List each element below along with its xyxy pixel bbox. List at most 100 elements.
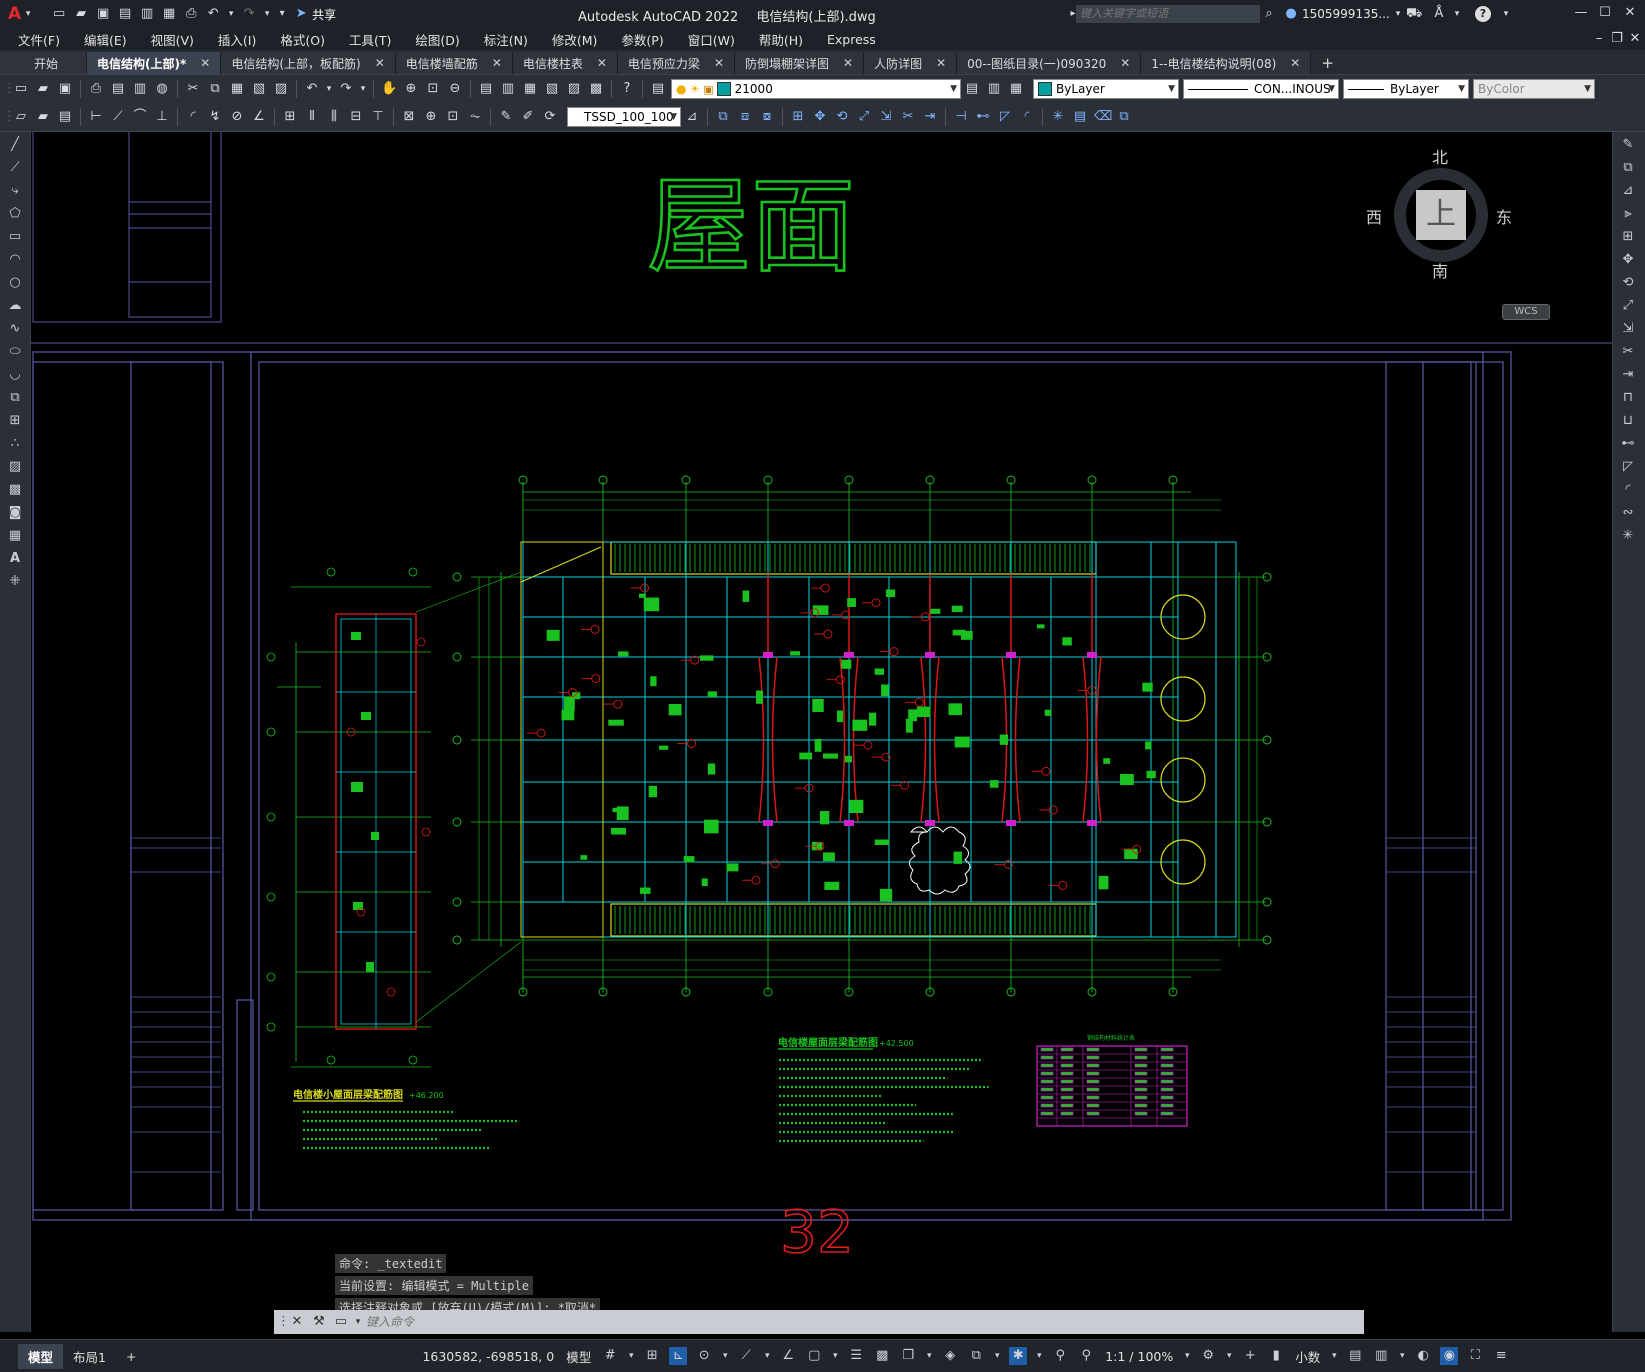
explode-icon[interactable]: ✳ — [1617, 526, 1639, 546]
chevron-down-icon[interactable]: ▾ — [925, 1347, 933, 1365]
modify-properties-icon[interactable]: ▤ — [1072, 109, 1088, 125]
center-mark-icon[interactable]: ⊕ — [423, 109, 439, 125]
chevron-down-icon[interactable]: ▾ — [227, 6, 235, 22]
table-icon[interactable]: ▦ — [4, 526, 26, 546]
menu-insert[interactable]: 插入(I) — [206, 30, 268, 49]
chevron-down-icon[interactable]: ▾ — [993, 1347, 1001, 1365]
close-icon[interactable]: ✕ — [936, 56, 946, 70]
lightbulb-icon[interactable]: ● — [676, 82, 686, 96]
open-icon[interactable]: ▰ — [35, 81, 51, 97]
recent-commands-icon[interactable]: ▭ — [333, 1314, 349, 1330]
snap-icon[interactable]: ⊞ — [643, 1347, 661, 1365]
layer-state-icon[interactable]: ▦ — [1008, 81, 1024, 97]
dim-text-edit-icon[interactable]: ✐ — [520, 109, 536, 125]
extend-icon[interactable]: ⇥ — [1617, 365, 1639, 385]
add-layout-button[interactable]: + — [116, 1346, 146, 1367]
close-icon[interactable]: ✕ — [843, 56, 853, 70]
copy-object-icon[interactable]: ⧉ — [1617, 158, 1639, 178]
jogged-dim-icon[interactable]: ↯ — [207, 109, 223, 125]
modify-extend-icon[interactable]: ⇥ — [922, 109, 938, 125]
model-space-toggle[interactable]: 模型 — [560, 1347, 597, 1366]
menu-window[interactable]: 窗口(W) — [676, 30, 747, 49]
jogged-linear-icon[interactable]: ⏦ — [467, 109, 483, 125]
break-at-point-icon[interactable]: ⊓ — [1617, 388, 1639, 408]
chevron-down-icon[interactable]: ▾ — [1225, 1347, 1233, 1365]
insert-block-icon[interactable]: ⧉ — [4, 388, 26, 408]
customize-icon[interactable]: ▾ — [277, 6, 287, 22]
new-tab-button[interactable]: + — [1311, 52, 1344, 74]
scale-icon[interactable]: ⤢ — [1617, 296, 1639, 316]
circle-icon[interactable]: ○ — [4, 273, 26, 293]
tool-palettes-icon[interactable]: ▦ — [522, 81, 538, 97]
lineweight-icon[interactable]: ☰ — [847, 1347, 865, 1365]
selection-cycling-icon[interactable]: ❐ — [899, 1347, 917, 1365]
angular-dim-icon[interactable]: ∠ — [251, 109, 267, 125]
inspect-icon[interactable]: ⊡ — [445, 109, 461, 125]
array-icon[interactable]: ⊞ — [1617, 227, 1639, 247]
tab-column-table[interactable]: 电信楼柱表 ✕ — [512, 52, 618, 74]
share-button[interactable]: 共享 — [312, 6, 336, 23]
minimize-icon[interactable]: — — [1573, 5, 1589, 21]
save-as-icon[interactable]: ▤ — [117, 6, 133, 22]
dim-break-icon[interactable]: ⊤ — [370, 109, 386, 125]
isodraft-icon[interactable]: ⟋ — [737, 1347, 755, 1365]
ellipse-arc-icon[interactable]: ◡ — [4, 365, 26, 385]
chevron-down-icon[interactable]: ▾ — [326, 81, 332, 97]
radius-dim-icon[interactable]: ◜ — [185, 109, 201, 125]
doc-restore-icon[interactable]: ❐ — [1609, 31, 1625, 47]
menu-view[interactable]: 视图(V) — [139, 30, 206, 49]
modify-explode-icon[interactable]: ✳ — [1050, 109, 1066, 125]
viewcube[interactable]: 上 北 南 东 西 — [1366, 140, 1512, 281]
modify-copy-icon[interactable]: ⧉ — [715, 109, 731, 125]
break-icon[interactable]: ⊔ — [1617, 411, 1639, 431]
tab-layout1[interactable]: 布局1 — [63, 1344, 116, 1369]
grip-icon[interactable]: ⋮ — [277, 1314, 290, 1330]
doc-minimize-icon[interactable]: – — [1591, 31, 1607, 47]
dim-update2-icon[interactable]: ⟳ — [542, 109, 558, 125]
save-icon[interactable]: ▣ — [95, 6, 111, 22]
3d-osnap-icon[interactable]: ◈ — [941, 1347, 959, 1365]
pan-icon[interactable]: ✋ — [381, 81, 397, 97]
lineweight-dropdown[interactable]: ByLayer ▼ — [1343, 79, 1469, 99]
close-icon[interactable]: ✕ — [1120, 56, 1130, 70]
3d-dwf-icon[interactable]: ◍ — [154, 81, 170, 97]
menu-express[interactable]: Express — [815, 32, 888, 47]
line-icon[interactable]: ╱ — [4, 135, 26, 155]
make-current-layer-icon[interactable]: ▤ — [964, 81, 980, 97]
tab-model[interactable]: 模型 — [18, 1343, 64, 1369]
menu-format[interactable]: 格式(O) — [268, 30, 337, 49]
quick-dimension-icon[interactable]: ▱ — [13, 109, 29, 125]
undo-icon[interactable]: ↶ — [205, 6, 221, 22]
cut-icon[interactable]: ✂ — [185, 81, 201, 97]
user-name[interactable]: 1505999135... — [1302, 7, 1390, 21]
share-icon[interactable]: ➤ — [293, 6, 309, 22]
chevron-down-icon[interactable]: ▼ — [950, 84, 957, 94]
join-icon[interactable]: ⊷ — [1617, 434, 1639, 454]
transparency-icon[interactable]: ▩ — [873, 1347, 891, 1365]
sun-icon[interactable]: ☀ — [689, 82, 700, 96]
zoom-previous-icon[interactable]: ⊖ — [447, 81, 463, 97]
customization-icon[interactable]: ≡ — [1492, 1347, 1510, 1365]
units-value[interactable]: 小数 — [1289, 1347, 1326, 1366]
lock-icon[interactable]: ▣ — [703, 83, 713, 96]
gradient-icon[interactable]: ▩ — [4, 480, 26, 500]
close-icon[interactable]: ✕ — [492, 56, 502, 70]
ortho-icon[interactable]: ⊾ — [669, 1347, 688, 1365]
menu-dimension[interactable]: 标注(N) — [472, 30, 540, 49]
cart-icon[interactable]: ⛟ — [1406, 6, 1422, 22]
stretch-icon[interactable]: ⇲ — [1617, 319, 1639, 339]
compass-east[interactable]: 东 — [1496, 204, 1512, 228]
modify-extra-icon[interactable]: ⧉ — [1116, 109, 1132, 125]
modify-stretch-icon[interactable]: ⇲ — [878, 109, 894, 125]
layer-properties-icon[interactable]: ▤ — [650, 81, 666, 97]
diameter-dim-icon[interactable]: ⊘ — [229, 109, 245, 125]
blend-icon[interactable]: ∾ — [1617, 503, 1639, 523]
chevron-down-icon[interactable]: ▾ — [263, 6, 271, 22]
construction-line-icon[interactable]: ⟋ — [4, 158, 26, 178]
publish-icon[interactable]: ▥ — [132, 81, 148, 97]
layer-dropdown[interactable]: ● ☀ ▣ 21000 ▼ — [671, 79, 961, 99]
ellipse-icon[interactable]: ⬭ — [4, 342, 26, 362]
tab-wall-reinforcement[interactable]: 电信楼墙配筋 ✕ — [395, 52, 513, 74]
chevron-down-icon[interactable]: ▾ — [763, 1347, 771, 1365]
chevron-down-icon[interactable]: ▾ — [1183, 1347, 1191, 1365]
